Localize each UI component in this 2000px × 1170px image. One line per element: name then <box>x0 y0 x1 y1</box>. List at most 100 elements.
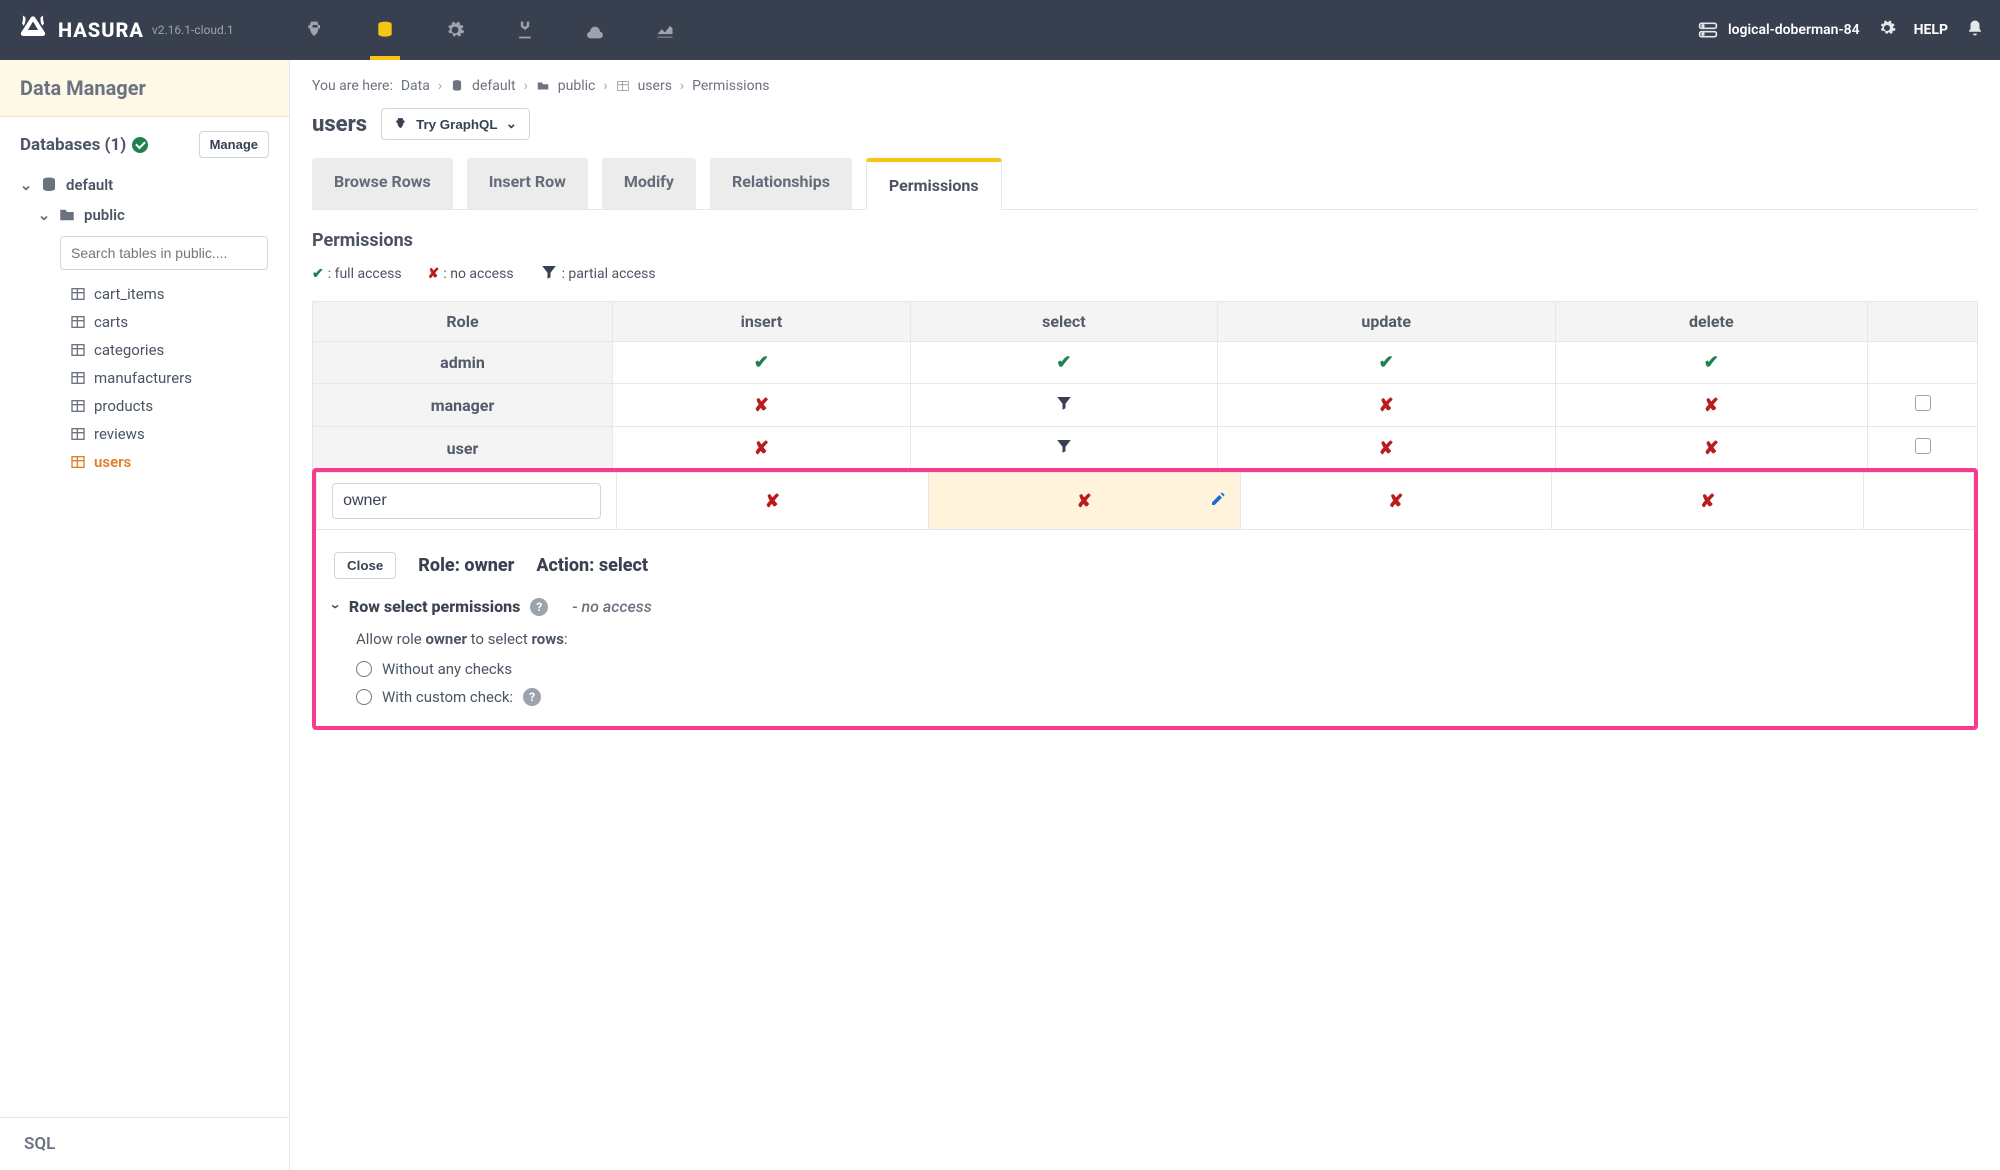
table-icon <box>70 314 86 330</box>
db-name: default <box>66 176 113 194</box>
radio-without-checks[interactable]: Without any checks <box>356 660 1956 678</box>
bulk-checkbox[interactable] <box>1915 438 1931 454</box>
help-icon[interactable]: ? <box>523 688 541 706</box>
db-tree-node-default[interactable]: ⌄ default <box>14 170 275 200</box>
chevron-down-icon: ⌄ <box>506 116 517 132</box>
perm-cell-actions <box>1868 342 1978 384</box>
perm-cell-delete[interactable]: ✘ <box>1555 427 1867 470</box>
schema-tree-node-public[interactable]: ⌄ public <box>14 200 275 230</box>
close-button[interactable]: Close <box>334 552 396 579</box>
perm-cell-select[interactable] <box>910 427 1217 470</box>
databases-label: Databases (1) <box>20 135 126 155</box>
perm-cell-update[interactable]: ✘ <box>1240 473 1552 530</box>
table-link-cart_items[interactable]: cart_items <box>70 280 275 308</box>
top-nav <box>294 1 686 59</box>
caret-icon: ⌄ <box>20 179 32 191</box>
permission-editor: Close Role: owner Action: select › Row s… <box>316 530 1974 726</box>
radio-custom-check[interactable]: With custom check: ? <box>356 688 1956 706</box>
sidebar: Data Manager Databases (1) Manage ⌄ defa… <box>0 60 290 1170</box>
col-delete: delete <box>1555 302 1867 342</box>
check-icon: ✔ <box>312 266 324 282</box>
table-link-products[interactable]: products <box>70 392 275 420</box>
table-icon <box>616 79 630 93</box>
perm-cell-update[interactable]: ✘ <box>1217 384 1555 427</box>
table-icon <box>70 426 86 442</box>
breadcrumb-item[interactable]: public <box>558 78 596 94</box>
table-link-categories[interactable]: categories <box>70 336 275 364</box>
perm-cell-actions <box>1868 427 1978 470</box>
help-icon[interactable]: ? <box>530 598 548 616</box>
page-title: users <box>312 112 367 137</box>
search-tables-input[interactable] <box>60 236 268 270</box>
perm-cell-delete[interactable]: ✔ <box>1555 342 1867 384</box>
permissions-heading: Permissions <box>312 230 1978 251</box>
edit-icon[interactable] <box>1210 491 1226 511</box>
perm-row-manager: manager✘✘✘ <box>313 384 1978 427</box>
table-link-users[interactable]: users <box>70 448 275 476</box>
nav-remote-icon[interactable] <box>504 1 546 59</box>
nav-actions-icon[interactable] <box>434 1 476 59</box>
tab-relationships[interactable]: Relationships <box>710 158 852 209</box>
breadcrumb-prefix: You are here: <box>312 78 393 94</box>
check-icon: ✔ <box>1056 352 1071 373</box>
x-icon: ✘ <box>1379 395 1394 416</box>
table-link-reviews[interactable]: reviews <box>70 420 275 448</box>
perm-cell-insert[interactable]: ✘ <box>613 427 911 470</box>
breadcrumb: You are here: Data› default› public› use… <box>312 78 1978 94</box>
breadcrumb-item[interactable]: Data <box>401 78 430 94</box>
perm-cell-delete[interactable]: ✘ <box>1552 473 1864 530</box>
folder-icon <box>58 206 76 224</box>
permissions-legend: ✔: full access ✘: no access : partial ac… <box>312 263 1978 285</box>
breadcrumb-item[interactable]: users <box>638 78 672 94</box>
nav-monitoring-icon[interactable] <box>644 1 686 59</box>
table-link-carts[interactable]: carts <box>70 308 275 336</box>
table-icon <box>70 370 86 386</box>
tab-insert-row[interactable]: Insert Row <box>467 158 588 209</box>
perm-cell-update[interactable]: ✔ <box>1217 342 1555 384</box>
col-insert: insert <box>613 302 911 342</box>
manage-button[interactable]: Manage <box>199 131 269 158</box>
nav-events-icon[interactable] <box>574 1 616 59</box>
help-link[interactable]: HELP <box>1914 22 1948 38</box>
perm-cell-insert[interactable]: ✔ <box>613 342 911 384</box>
nav-data-icon[interactable] <box>364 1 406 59</box>
legend-partial: : partial access <box>562 266 656 282</box>
try-graphql-button[interactable]: Try GraphQL ⌄ <box>381 108 530 140</box>
new-role-input[interactable] <box>332 483 601 519</box>
server-icon <box>1698 21 1718 39</box>
tab-permissions[interactable]: Permissions <box>866 158 1002 210</box>
databases-row: Databases (1) Manage <box>0 117 289 162</box>
check-icon: ✔ <box>1379 352 1394 373</box>
brand-logo[interactable]: HASURA <box>16 13 144 47</box>
role-cell: manager <box>313 384 613 427</box>
breadcrumb-item: Permissions <box>692 78 769 94</box>
perm-cell-delete[interactable]: ✘ <box>1555 384 1867 427</box>
tab-browse-rows[interactable]: Browse Rows <box>312 158 453 209</box>
notifications-icon[interactable] <box>1966 19 1984 41</box>
settings-icon[interactable] <box>1878 19 1896 41</box>
perm-cell-insert[interactable]: ✘ <box>613 384 911 427</box>
tab-modify[interactable]: Modify <box>602 158 696 209</box>
permissions-table: Role insert select update delete admin✔✔… <box>312 301 1978 470</box>
perm-cell-actions <box>1864 473 1974 530</box>
bulk-checkbox[interactable] <box>1915 395 1931 411</box>
role-cell: user <box>313 427 613 470</box>
table-icon <box>70 398 86 414</box>
filter-icon <box>1055 397 1073 416</box>
nav-api-icon[interactable] <box>294 1 336 59</box>
perm-cell-insert[interactable]: ✘ <box>617 473 929 530</box>
perm-cell-update[interactable]: ✘ <box>1217 427 1555 470</box>
perm-cell-select[interactable]: ✔ <box>910 342 1217 384</box>
perm-row-admin: admin✔✔✔✔ <box>313 342 1978 384</box>
radio-label: With custom check: <box>382 688 513 706</box>
perm-cell-select[interactable] <box>910 384 1217 427</box>
project-selector[interactable]: logical-doberman-84 <box>1698 21 1860 39</box>
x-icon: ✘ <box>1704 395 1719 416</box>
version-text: v2.16.1-cloud.1 <box>152 23 234 37</box>
breadcrumb-item[interactable]: default <box>472 78 516 94</box>
sql-link[interactable]: SQL <box>0 1117 289 1170</box>
row-permissions-header[interactable]: › Row select permissions ? - no access <box>334 597 1956 616</box>
perm-cell-select[interactable]: ✘ <box>928 473 1240 530</box>
x-icon: ✘ <box>428 266 440 282</box>
table-link-manufacturers[interactable]: manufacturers <box>70 364 275 392</box>
